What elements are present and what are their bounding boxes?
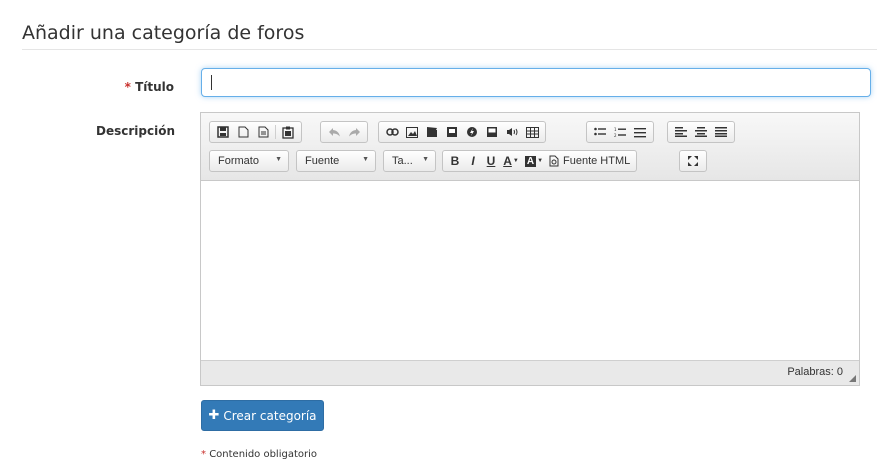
youtube-icon[interactable]	[482, 123, 502, 141]
svg-text:2: 2	[614, 133, 617, 138]
toolbar-group-document	[209, 121, 302, 143]
chevron-down-icon: ▼	[422, 156, 429, 163]
redo-icon[interactable]	[344, 123, 364, 141]
required-asterisk: *	[124, 80, 131, 94]
underline-button[interactable]: U	[482, 152, 500, 170]
size-dropdown-label: Ta...	[392, 155, 413, 167]
toolbar-group-insert	[378, 121, 546, 143]
embed-media-icon[interactable]	[442, 123, 462, 141]
title-label-text: Título	[135, 80, 174, 94]
description-label: Descripción	[96, 124, 175, 138]
toolbar-group-format: B I U A ▼ A ▼ Fuente HTML	[442, 150, 638, 172]
chevron-down-icon: ▼	[275, 156, 282, 163]
toolbar-group-lists: 12	[586, 121, 654, 143]
toolbar-group-maximize	[679, 150, 707, 172]
bulleted-list-icon[interactable]	[590, 123, 610, 141]
editor-toolbar: 12 Formato ▼ Fuente ▼ Ta... ▼ B I U A ▼ A…	[201, 113, 859, 181]
source-html-label: Fuente HTML	[563, 155, 631, 167]
align-justify-icon[interactable]	[711, 123, 731, 141]
plus-icon: ✚	[208, 408, 220, 423]
heading-divider	[22, 49, 877, 50]
flash-icon[interactable]	[462, 123, 482, 141]
save-icon[interactable]	[213, 123, 233, 141]
templates-icon[interactable]	[253, 123, 273, 141]
image-icon[interactable]	[402, 123, 422, 141]
rich-text-editor: 12 Formato ▼ Fuente ▼ Ta... ▼ B I U A ▼ A…	[200, 112, 860, 386]
horizontal-rule-icon[interactable]	[630, 123, 650, 141]
create-category-label: Crear categoría	[223, 408, 317, 423]
align-center-icon[interactable]	[691, 123, 711, 141]
page-heading: Añadir una categoría de foros	[22, 22, 305, 44]
bold-button[interactable]: B	[446, 152, 464, 170]
source-icon	[549, 155, 559, 167]
create-category-button[interactable]: ✚ Crear categoría	[201, 400, 324, 431]
chevron-down-icon: ▼	[362, 156, 369, 163]
new-page-icon[interactable]	[233, 123, 253, 141]
title-input[interactable]	[201, 68, 871, 97]
video-icon[interactable]	[422, 123, 442, 141]
required-note: * Contenido obligatorio	[201, 449, 317, 460]
undo-icon[interactable]	[324, 123, 344, 141]
toolbar-separator	[275, 125, 276, 139]
table-icon[interactable]	[522, 123, 542, 141]
size-dropdown[interactable]: Ta... ▼	[383, 150, 436, 172]
chevron-down-icon: ▼	[537, 158, 544, 164]
required-note-text: Contenido obligatorio	[209, 449, 318, 460]
editor-content-area[interactable]	[201, 181, 859, 361]
format-dropdown-label: Formato	[218, 155, 259, 167]
font-dropdown-label: Fuente	[305, 155, 340, 167]
chevron-down-icon: ▼	[512, 158, 519, 164]
maximize-icon[interactable]	[683, 152, 703, 170]
audio-icon[interactable]	[502, 123, 522, 141]
svg-text:1: 1	[614, 127, 617, 132]
title-label: * Título	[118, 80, 174, 94]
required-asterisk: *	[201, 449, 206, 460]
link-icon[interactable]	[382, 123, 402, 141]
text-color-button[interactable]: A ▼	[500, 152, 522, 170]
text-color-label: A	[503, 154, 512, 168]
bg-color-button[interactable]: A ▼	[522, 152, 546, 170]
bg-color-label: A	[524, 155, 537, 167]
resize-handle-icon[interactable]	[849, 375, 856, 382]
word-count: Palabras: 0	[787, 366, 843, 378]
toolbar-group-history	[320, 121, 368, 143]
italic-button[interactable]: I	[464, 152, 482, 170]
toolbar-group-align	[667, 121, 735, 143]
numbered-list-icon[interactable]: 12	[610, 123, 630, 141]
text-caret	[211, 75, 212, 90]
font-dropdown[interactable]: Fuente ▼	[296, 150, 376, 172]
format-dropdown[interactable]: Formato ▼	[209, 150, 289, 172]
align-left-icon[interactable]	[671, 123, 691, 141]
paste-icon[interactable]	[278, 123, 298, 141]
editor-statusbar: Palabras: 0	[201, 360, 859, 385]
source-html-button[interactable]: Fuente HTML	[546, 152, 633, 170]
